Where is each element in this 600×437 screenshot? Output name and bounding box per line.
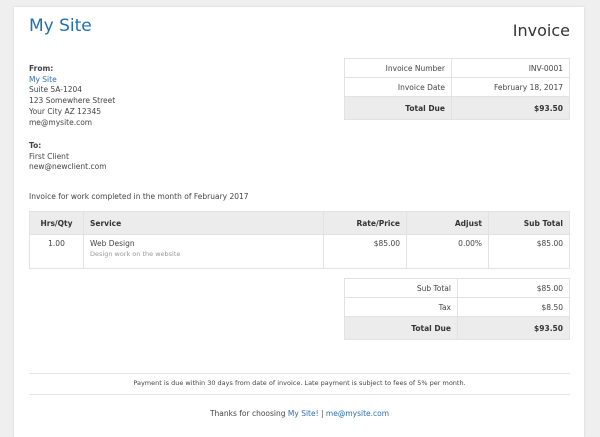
from-label: From: [29, 64, 54, 73]
col-header-service: Service [83, 211, 324, 235]
totals-value: $8.50 [457, 297, 570, 317]
from-line: me@mysite.com [29, 117, 93, 127]
divider [29, 373, 570, 374]
col-header-adjust: Adjust [406, 211, 489, 235]
email-link[interactable]: me@mysite.com [326, 409, 389, 418]
totals-label: Sub Total [344, 278, 458, 298]
totals-total-row: Total Due $93.50 [344, 316, 570, 340]
info-total-label: Total Due [344, 96, 452, 120]
item-adjust: 0.00% [406, 234, 489, 269]
item-service-detail: Design work on the website [90, 250, 181, 258]
info-row: Invoice Date February 18, 2017 [344, 77, 570, 97]
site-link[interactable]: My Site! [288, 409, 319, 418]
totals-row: Sub Total $85.00 [344, 278, 570, 298]
from-line: Your City AZ 12345 [29, 106, 101, 116]
info-row: Invoice Number INV-0001 [344, 58, 570, 78]
info-total-value: $93.50 [451, 96, 570, 120]
divider [29, 394, 570, 395]
invoice-info-table: Invoice Number INV-0001 Invoice Date Febru… [344, 58, 570, 120]
thanks-text: Thanks for choosing [209, 409, 286, 418]
invoice-card: My Site Invoice From: My Site Suite 5A-1… [14, 7, 584, 437]
col-header-qty: Hrs/Qty [29, 211, 84, 235]
total-due-label: Total Due [344, 316, 458, 340]
total-due-value: $93.50 [457, 316, 570, 340]
items-header-row: Hrs/Qty Service Rate/Price Adjust Sub To… [29, 211, 570, 235]
from-name[interactable]: My Site [29, 75, 115, 86]
from-line: 123 Somewhere Street [29, 96, 116, 106]
from-line: Suite 5A-1204 [29, 85, 83, 95]
totals-row: Tax $8.50 [344, 297, 570, 317]
item-qty: 1.00 [29, 234, 84, 269]
info-value: INV-0001 [451, 58, 570, 78]
totals-table: Sub Total $85.00 Tax $8.50 Total Due $93.50 [344, 278, 570, 340]
payment-terms: Payment is due within 30 days from date … [133, 379, 466, 387]
site-logo: My Site [29, 16, 92, 36]
footer-thanks: Thanks for choosing My Site! | me@mysite… [29, 409, 570, 418]
info-total-row: Total Due $93.50 [344, 96, 570, 120]
item-service: Web Design Design work on the website [83, 234, 324, 269]
info-label: Invoice Date [344, 77, 452, 97]
to-line: new@newclient.com [29, 162, 107, 172]
item-subtotal: $85.00 [488, 234, 570, 269]
totals-label: Tax [344, 297, 458, 317]
to-label: To: [29, 141, 42, 150]
items-table: Hrs/Qty Service Rate/Price Adjust Sub To… [29, 211, 570, 269]
col-header-subtotal: Sub Total [488, 211, 570, 235]
to-line: First Client [29, 151, 69, 161]
totals-value: $85.00 [457, 278, 570, 298]
invoice-description: Invoice for work completed in the month … [29, 192, 249, 201]
to-address: To: First Client new@newclient.com [29, 141, 107, 173]
item-rate: $85.00 [323, 234, 407, 269]
info-label: Invoice Number [344, 58, 452, 78]
col-header-rate: Rate/Price [323, 211, 407, 235]
item-service-name: Web Design [90, 239, 135, 248]
info-value: February 18, 2017 [451, 77, 570, 97]
table-row: 1.00 Web Design Design work on the websit… [29, 234, 570, 269]
page-title: Invoice [512, 21, 570, 40]
from-address: From: My Site Suite 5A-1204 123 Somewher… [29, 64, 115, 128]
separator: | [321, 409, 324, 418]
